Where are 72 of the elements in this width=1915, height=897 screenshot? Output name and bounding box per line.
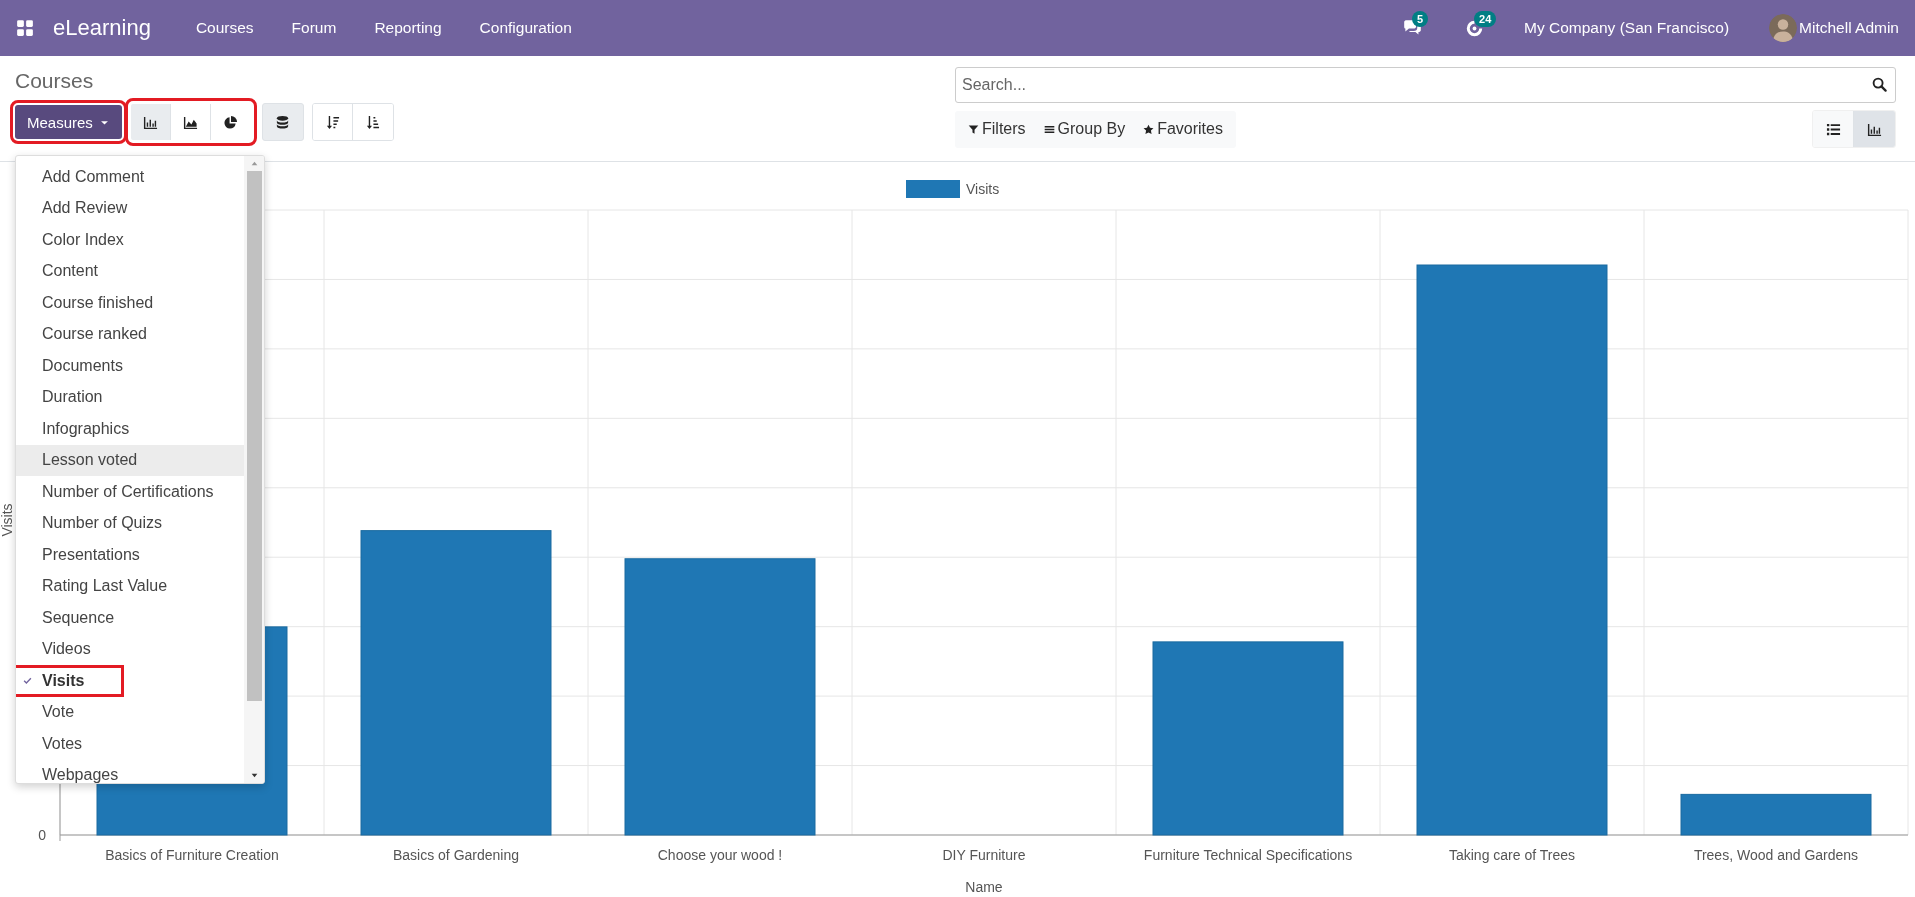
check-icon bbox=[23, 676, 32, 686]
sort-ascending-icon bbox=[365, 114, 381, 130]
dropdown-item[interactable]: Add Review bbox=[16, 192, 244, 224]
company-switcher[interactable]: My Company (San Francisco) bbox=[1524, 19, 1730, 37]
search-field[interactable]: Search... bbox=[955, 67, 1896, 103]
database-icon bbox=[275, 114, 291, 130]
dropdown-item[interactable]: Sequence bbox=[16, 602, 244, 634]
bar-chart-icon bbox=[142, 114, 158, 130]
star-icon bbox=[1143, 123, 1155, 135]
dropdown-item[interactable]: Course ranked bbox=[16, 318, 244, 350]
axis-label: DIY Furniture bbox=[942, 847, 1026, 863]
search-icon bbox=[1872, 77, 1887, 92]
user-silhouette-icon bbox=[1769, 14, 1798, 42]
count-badge: 24 bbox=[1474, 11, 1497, 27]
axis-label: Choose your wood ! bbox=[657, 847, 783, 863]
sort-descending-icon bbox=[324, 114, 340, 130]
dropdown-item[interactable]: Webpages bbox=[16, 759, 244, 783]
dropdown-item[interactable]: Duration bbox=[16, 381, 244, 413]
axis-label: Trees, Wood and Gardens bbox=[1693, 847, 1859, 863]
menu-item[interactable]: Configuration bbox=[460, 0, 591, 56]
messages-button[interactable]: 5 bbox=[1390, 0, 1435, 56]
dropdown-item[interactable]: Presentations bbox=[16, 539, 244, 571]
dropdown-item[interactable]: Vote bbox=[16, 696, 244, 728]
count-badge: 5 bbox=[1412, 11, 1429, 27]
scroll-up-icon bbox=[249, 159, 259, 168]
menu-item[interactable]: Courses bbox=[176, 0, 273, 56]
page-title: Courses bbox=[15, 68, 95, 94]
dropdown-item[interactable]: Videos bbox=[16, 633, 244, 665]
avatar[interactable] bbox=[1769, 14, 1798, 42]
list-icon bbox=[1825, 121, 1841, 137]
axis-label: Basics of Furniture Creation bbox=[105, 847, 279, 863]
app-name[interactable]: eLearning bbox=[53, 0, 151, 56]
bar-chart-icon bbox=[1867, 121, 1882, 137]
dropdown-item[interactable]: Number of Certifications bbox=[16, 476, 244, 508]
lines-icon bbox=[1043, 123, 1055, 135]
dropdown-item[interactable]: Color Index bbox=[16, 224, 244, 256]
activities-button[interactable]: 24 bbox=[1452, 0, 1497, 56]
dropdown-item[interactable]: Infographics bbox=[16, 413, 244, 445]
area-chart-icon bbox=[182, 114, 198, 130]
sort-descending-button[interactable] bbox=[312, 104, 353, 140]
filter-menu-button[interactable]: Favorites bbox=[1134, 120, 1232, 138]
pie-chart-icon bbox=[223, 114, 239, 130]
dropdown-item[interactable]: Visits bbox=[16, 665, 124, 697]
axis-label: Furniture Technical Specifications bbox=[1143, 847, 1353, 863]
dropdown-item[interactable]: Content bbox=[16, 255, 244, 287]
axis-tick-label: 0 bbox=[38, 827, 46, 843]
chart-type-button[interactable] bbox=[130, 104, 171, 140]
filter-menu-button[interactable]: Group By bbox=[1034, 120, 1135, 138]
dropdown-item[interactable]: Rating Last Value bbox=[16, 570, 244, 602]
dropdown-item[interactable]: Number of Quizs bbox=[16, 507, 244, 539]
axis-title: Name bbox=[965, 879, 1003, 895]
apps-icon bbox=[16, 19, 34, 37]
user-name[interactable]: Mitchell Admin bbox=[1799, 19, 1899, 37]
menu-item[interactable]: Forum bbox=[272, 0, 356, 56]
filter-menu-button[interactable]: Filters bbox=[959, 120, 1035, 138]
legend-swatch bbox=[906, 180, 960, 198]
axis-label: Basics of Gardening bbox=[392, 847, 520, 863]
dropdown-item[interactable]: Documents bbox=[16, 350, 244, 382]
list-view-button[interactable] bbox=[1813, 111, 1854, 147]
legend-label: Visits bbox=[966, 181, 1000, 197]
dropdown-item[interactable]: Votes bbox=[16, 728, 244, 760]
scrollbar[interactable] bbox=[244, 156, 264, 783]
menu-item[interactable]: Reporting bbox=[355, 0, 461, 56]
stacked-toggle-button[interactable] bbox=[261, 103, 304, 141]
dropdown-item[interactable]: Lesson voted bbox=[16, 444, 244, 476]
dropdown-item[interactable]: Add Comment bbox=[16, 161, 244, 193]
scroll-down-icon bbox=[249, 771, 259, 780]
filter-icon bbox=[968, 123, 979, 135]
axis-title: Visits bbox=[0, 503, 15, 537]
axis-label: Taking care of Trees bbox=[1448, 847, 1576, 863]
dropdown-item[interactable]: Course finished bbox=[16, 287, 244, 319]
graph-view-button[interactable] bbox=[1854, 111, 1895, 147]
